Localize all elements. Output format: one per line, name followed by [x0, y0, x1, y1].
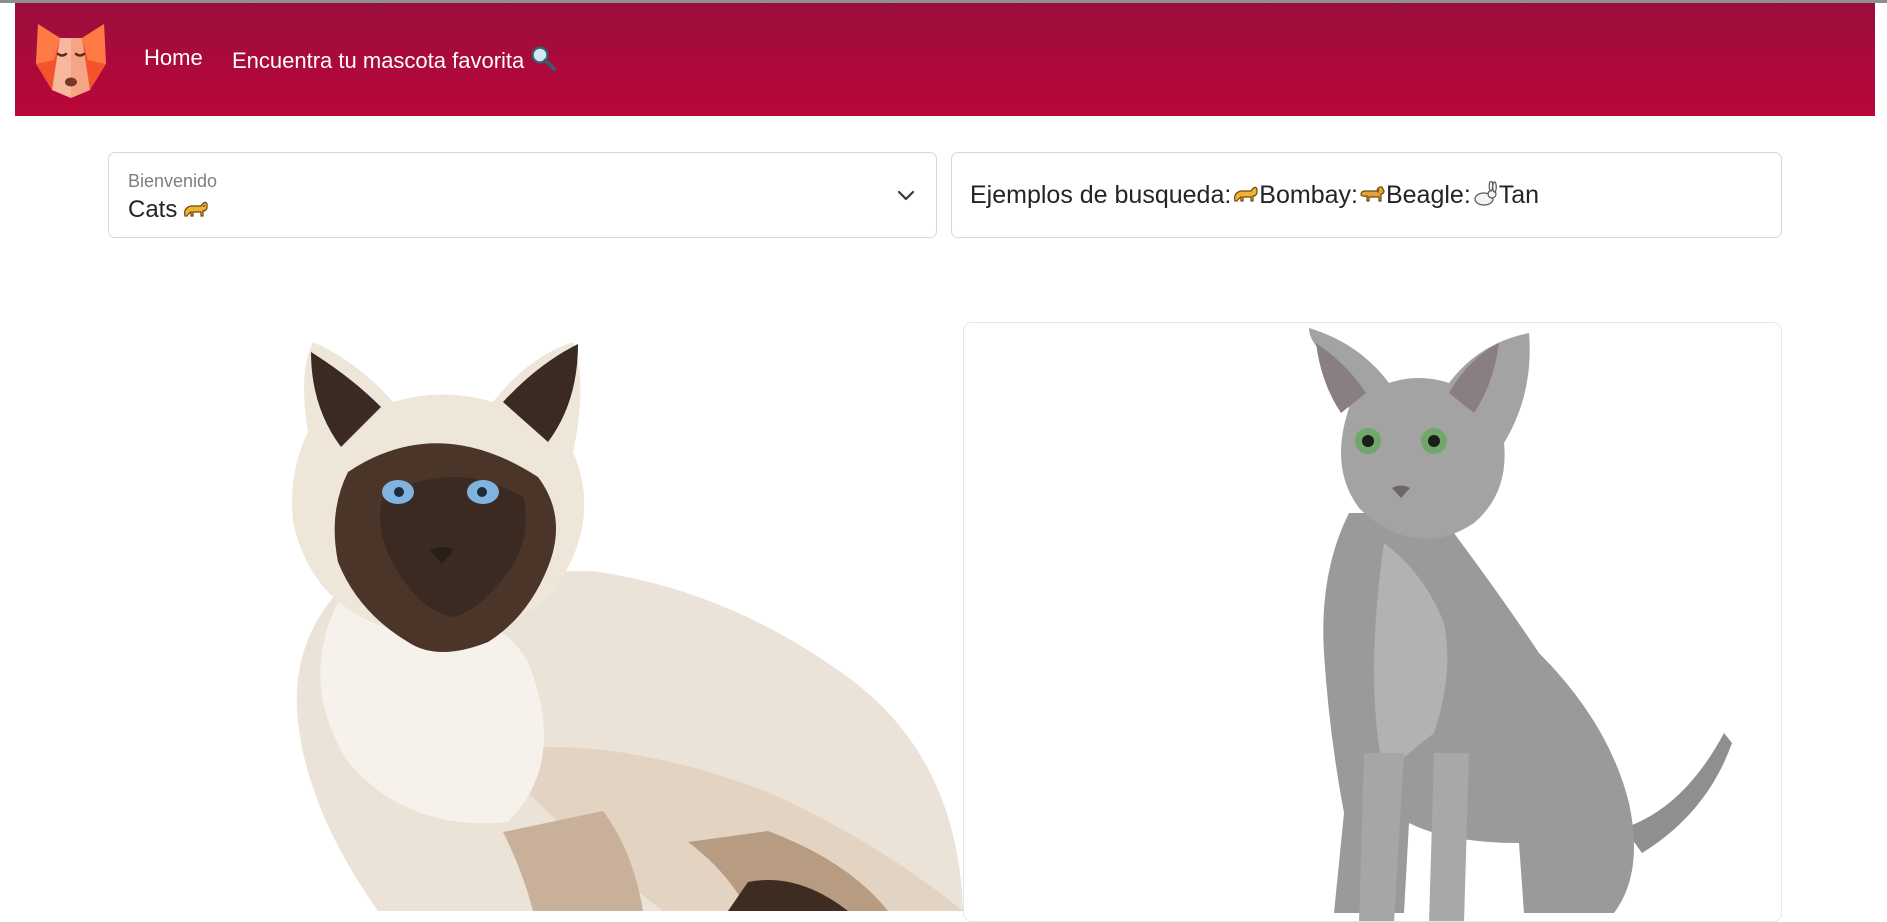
- pet-card[interactable]: [963, 322, 1782, 922]
- nav-home-link[interactable]: Home: [144, 45, 203, 71]
- rabbit-emoji-icon: [1474, 181, 1497, 206]
- category-select[interactable]: Bienvenido Cats: [108, 152, 937, 238]
- example-bombay: Bombay:: [1259, 180, 1358, 209]
- select-current-value: Cats: [128, 196, 209, 224]
- magnifier-icon: [531, 46, 557, 71]
- dog-emoji-icon: [1360, 186, 1385, 202]
- example-beagle: Beagle:: [1385, 180, 1471, 209]
- cat-emoji-icon: [184, 201, 208, 217]
- nav-find-label: Encuentra tu mascota favorita: [232, 48, 525, 73]
- cat-emoji-icon: [1234, 186, 1258, 202]
- birman-cat-photo: [292, 342, 963, 911]
- search-examples-box: Ejemplos de busqueda: Bombay: Beagle: Ta…: [951, 152, 1782, 238]
- navbar: Home Encuentra tu mascota favorita: [15, 3, 1875, 116]
- example-tan: Tan: [1498, 180, 1540, 209]
- fox-logo-icon[interactable]: [32, 20, 110, 100]
- russian-blue-cat-photo: [964, 323, 1781, 921]
- pet-card[interactable]: [108, 322, 963, 911]
- select-floating-label: Bienvenido: [128, 171, 218, 191]
- chevron-down-icon[interactable]: [896, 185, 916, 205]
- examples-prefix: Ejemplos de busqueda:: [970, 180, 1232, 209]
- select-value-text: Cats: [128, 196, 178, 223]
- nav-find-pet-link[interactable]: Encuentra tu mascota favorita: [232, 45, 557, 74]
